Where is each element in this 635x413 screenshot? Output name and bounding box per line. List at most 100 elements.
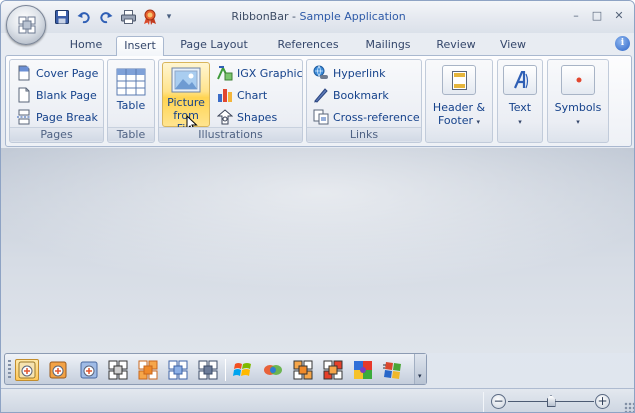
hyperlink-button[interactable]: Hyperlink [313,63,386,83]
print-icon[interactable] [119,8,137,26]
picture-icon [171,67,201,93]
windows-xp-icon[interactable] [261,359,285,381]
cover-page-icon [18,65,30,81]
group-table: Table Table [107,59,155,143]
shapes-button[interactable]: Shapes [217,107,277,127]
layout-grid-black-icon[interactable] [106,359,130,381]
style-office-2007-blue-icon[interactable] [15,359,39,381]
symbols-button[interactable]: Symbols ▾ [550,62,606,140]
igx-graphic-button[interactable]: IGX Graphic [217,63,303,83]
hyperlink-icon [313,65,328,79]
application-menu-button[interactable] [6,5,46,45]
tab-view[interactable]: View [494,36,532,56]
toolbar-overflow-button[interactable]: ▾ [414,354,426,384]
page-break-icon [17,109,31,125]
bookmark-label: Bookmark [333,88,389,102]
table-icon [116,68,146,96]
style-office-2007-silver-icon[interactable] [77,359,101,381]
close-button[interactable]: ✕ [609,7,629,23]
shapes-icon [217,109,233,125]
page-break-button[interactable]: Page Break [16,107,98,127]
layout-grid-orange-icon[interactable] [136,359,160,381]
group-illustrations: Picture from File IGX Graphic Chart Shap… [158,59,303,143]
grid-orange-icon[interactable] [291,359,315,381]
text-icon [513,71,529,89]
workspace-gradient [1,148,634,298]
table-button-label: Table [116,99,146,112]
title-bar: RibbonBar - Sample Application ▾ – □ ✕ [1,1,634,33]
text-dropdown-arrow: ▾ [518,118,522,126]
maximize-button[interactable]: □ [587,7,607,23]
igx-graphic-icon [217,65,233,81]
tab-insert[interactable]: Insert [116,36,164,56]
group-table-label: Table [108,127,154,141]
symbols-dropdown-arrow: ▾ [576,118,580,126]
cross-reference-button[interactable]: Cross-reference [313,107,420,127]
page-break-label: Page Break [36,110,98,124]
header-footer-icon [452,71,467,90]
cross-reference-icon [313,109,329,125]
header-footer-button[interactable]: Header & Footer ▾ [428,62,490,140]
layout-grid-dark-icon[interactable] [196,359,220,381]
redo-icon[interactable] [97,8,115,26]
group-illustrations-label: Illustrations [159,127,302,141]
ribbon-award-icon[interactable] [141,8,159,26]
minimize-button[interactable]: – [566,7,586,23]
text-label: Text [508,101,532,114]
save-icon[interactable] [53,8,71,26]
ribbon-panel: Cover Page Blank Page Page Break Pages T… [5,55,632,147]
customize-quick-access-button[interactable]: ▾ [163,8,175,26]
status-bar: − + [1,388,634,412]
header-footer-label-line2: Footer [437,114,473,127]
style-office-2007-black-icon[interactable] [46,359,70,381]
header-footer-label-line1: Header & [432,101,486,114]
tab-mailings[interactable]: Mailings [360,36,416,56]
grid-red-icon[interactable] [321,359,345,381]
layout-grid-blue-icon[interactable] [166,359,190,381]
symbols-label-wrap: Symbols ▾ [550,101,606,129]
blank-page-button[interactable]: Blank Page [16,85,97,105]
header-footer-label: Header & Footer ▾ [428,101,490,129]
tab-home[interactable]: Home [63,36,109,56]
group-text: Text ▾ [497,59,543,143]
undo-icon[interactable] [75,8,93,26]
windows-flag-icon[interactable] [231,359,255,381]
chart-button[interactable]: Chart [217,85,267,105]
group-pages-label: Pages [10,127,103,141]
group-symbols: Symbols ▾ [547,59,609,143]
blank-page-icon [18,87,30,103]
ribbon-tab-bar: Home Insert Page Layout References Maili… [1,33,634,56]
symbols-icon [576,77,582,83]
symbols-icon-frame [561,65,595,95]
style-toolbar: ▾ [4,353,427,385]
windows-classic-icon[interactable] [381,359,405,381]
cover-page-button[interactable]: Cover Page [16,63,98,83]
header-footer-dropdown-arrow: ▾ [476,118,480,126]
toolbar-overflow-arrow: ▾ [418,372,422,380]
application-logo-icon [18,16,36,34]
help-button[interactable]: i [615,36,630,51]
hyperlink-label: Hyperlink [333,66,386,80]
group-pages: Cover Page Blank Page Page Break Pages [9,59,104,143]
tab-references[interactable]: References [270,36,346,56]
igx-graphic-label: IGX Graphic [237,66,303,80]
tab-page-layout[interactable]: Page Layout [175,36,253,56]
window-resize-grip[interactable] [624,402,634,412]
table-button[interactable]: Table [110,63,152,125]
chart-label: Chart [237,88,268,102]
bookmark-button[interactable]: Bookmark [313,85,389,105]
puzzle-icon[interactable] [351,359,375,381]
tab-review[interactable]: Review [430,36,482,56]
text-button[interactable]: Text ▾ [500,62,540,140]
zoom-slider-thumb[interactable] [546,395,556,407]
shapes-label: Shapes [237,110,278,124]
toolbar-grip-handle[interactable] [8,360,11,380]
chart-icon [218,89,232,102]
application-window: RibbonBar - Sample Application ▾ – □ ✕ H… [0,0,635,413]
zoom-out-button[interactable]: − [491,394,506,409]
zoom-in-button[interactable]: + [595,394,610,409]
window-title-app: Sample Application [299,10,406,23]
cross-reference-label: Cross-reference [333,110,420,124]
header-footer-icon-frame [442,65,476,95]
group-links: Hyperlink Bookmark Cross-reference Links [306,59,422,143]
